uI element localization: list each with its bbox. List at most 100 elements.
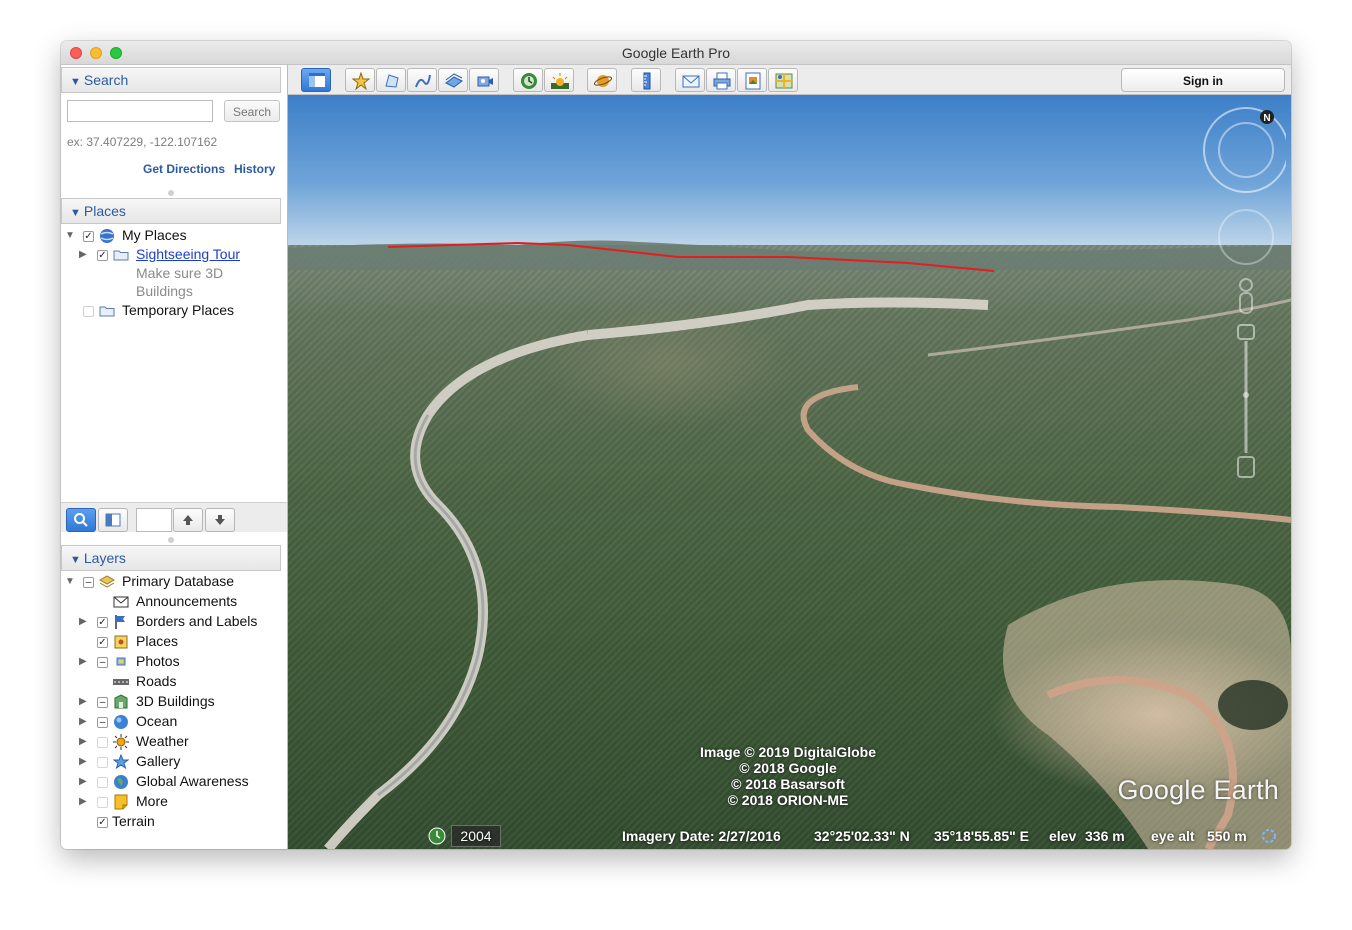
layer-row-more[interactable]: ▶ More xyxy=(61,793,287,811)
layers-panel-title: Layers xyxy=(83,550,126,566)
layer-label: More xyxy=(136,793,168,809)
historical-imagery-clock-icon[interactable] xyxy=(428,827,446,845)
quarry-shadow xyxy=(1218,680,1288,730)
app-window: Google Earth Pro ▼ Search Search ex: 37.4… xyxy=(61,41,1291,849)
layer-checkbox[interactable]: – xyxy=(97,657,108,668)
layer-checkbox[interactable]: ✓ xyxy=(97,817,108,828)
save-image-button[interactable] xyxy=(737,68,767,92)
elevation-value: 336 m xyxy=(1085,828,1125,844)
history-link[interactable]: History xyxy=(234,162,275,176)
layer-checkbox[interactable]: – xyxy=(97,717,108,728)
expand-triangle-icon[interactable]: ▼ xyxy=(65,230,75,241)
compass-north-icon[interactable]: N xyxy=(1260,110,1274,124)
layer-row-gallery[interactable]: ▶ Gallery xyxy=(61,753,287,771)
layer-row-ocean[interactable]: ▶ – Ocean xyxy=(61,713,287,731)
layer-checkbox[interactable] xyxy=(97,757,108,768)
expand-triangle-icon[interactable]: ▶ xyxy=(79,616,87,627)
building-icon xyxy=(114,694,128,709)
view-in-maps-button[interactable] xyxy=(768,68,798,92)
layer-row-announcements[interactable]: Announcements xyxy=(61,593,287,611)
move-joystick[interactable] xyxy=(1218,209,1274,265)
search-places-button[interactable] xyxy=(66,508,96,532)
layer-row-photos[interactable]: ▶ – Photos xyxy=(61,653,287,671)
move-down-button[interactable] xyxy=(205,508,235,532)
search-input[interactable] xyxy=(67,100,213,122)
record-tour-button[interactable] xyxy=(469,68,499,92)
earth-3d-view[interactable]: N Image © 2019 DigitalGlobe © 2018 Googl… xyxy=(288,95,1291,849)
layer-checkbox[interactable]: ✓ xyxy=(97,617,108,628)
nav-control-svg: N xyxy=(1203,107,1289,478)
expand-triangle-icon[interactable]: ▶ xyxy=(79,776,87,787)
add-image-overlay-button[interactable] xyxy=(438,68,468,92)
layers-stack-icon xyxy=(99,575,115,588)
email-button[interactable] xyxy=(675,68,705,92)
street-view-pegman-icon[interactable] xyxy=(1239,278,1253,314)
switch-planet-button[interactable] xyxy=(587,68,617,92)
layer-checkbox[interactable] xyxy=(97,737,108,748)
expand-triangle-icon[interactable]: ▶ xyxy=(79,696,87,707)
attribution-line: © 2018 Google xyxy=(739,760,837,776)
places-tree: ▼ ✓ My Places ▶ ✓ Sightseeing Tour Make … xyxy=(61,225,287,525)
layer-label: Ocean xyxy=(136,713,178,729)
expand-triangle-icon[interactable]: ▶ xyxy=(79,249,87,260)
layer-checkbox[interactable]: ✓ xyxy=(97,637,108,648)
magnifier-icon xyxy=(74,513,88,527)
layer-checkbox[interactable] xyxy=(97,777,108,788)
toggle-sidebar-button[interactable] xyxy=(301,68,331,92)
temporary-places-checkbox[interactable] xyxy=(83,306,94,317)
get-directions-link[interactable]: Get Directions xyxy=(143,162,225,176)
layer-checkbox[interactable]: – xyxy=(83,577,94,588)
sightseeing-tour-link[interactable]: Sightseeing Tour xyxy=(136,246,240,262)
historical-year-box[interactable]: 2004 xyxy=(451,825,501,847)
layer-row-borders-labels[interactable]: ▶ ✓ Borders and Labels xyxy=(61,613,287,631)
toggle-panel-button[interactable] xyxy=(98,508,128,532)
move-up-button[interactable] xyxy=(173,508,203,532)
search-panel-header[interactable]: ▼ Search xyxy=(61,67,281,93)
my-places-checkbox[interactable]: ✓ xyxy=(83,231,94,242)
layer-row-places[interactable]: ✓ Places xyxy=(61,633,287,651)
expand-triangle-icon[interactable]: ▶ xyxy=(79,656,87,667)
tree-row-sightseeing-tour[interactable]: ▶ ✓ Sightseeing Tour xyxy=(61,246,287,264)
latitude-readout: 32°25'02.33" N xyxy=(814,828,910,844)
add-polygon-button[interactable] xyxy=(376,68,406,92)
expand-triangle-icon[interactable]: ▶ xyxy=(79,716,87,727)
sidebar: ▼ Search Search ex: 37.407229, -122.10716… xyxy=(61,65,288,849)
layer-checkbox[interactable]: – xyxy=(97,697,108,708)
panel-resize-handle[interactable] xyxy=(168,537,174,543)
places-panel-header[interactable]: ▼ Places xyxy=(61,198,281,224)
sign-in-button[interactable]: Sign in xyxy=(1121,68,1285,92)
layer-row-3d-buildings[interactable]: ▶ – 3D Buildings xyxy=(61,693,287,711)
expand-triangle-icon[interactable]: ▶ xyxy=(79,736,87,747)
print-button[interactable] xyxy=(706,68,736,92)
sightseeing-tour-checkbox[interactable]: ✓ xyxy=(97,250,108,261)
panel-resize-handle[interactable] xyxy=(168,190,174,196)
places-blank-field[interactable] xyxy=(136,508,172,532)
expand-triangle-icon[interactable]: ▶ xyxy=(79,756,87,767)
layer-row-roads[interactable]: Roads xyxy=(61,673,287,691)
navigation-controls: N xyxy=(1196,105,1289,485)
expand-triangle-icon[interactable]: ▶ xyxy=(79,796,87,807)
pushpin-icon xyxy=(352,72,370,90)
layer-row-global-awareness[interactable]: ▶ Global Awareness xyxy=(61,773,287,791)
ruler-button[interactable] xyxy=(631,68,661,92)
layer-row-primary-database[interactable]: ▼ – Primary Database xyxy=(61,573,287,591)
add-placemark-button[interactable] xyxy=(345,68,375,92)
historical-imagery-button[interactable] xyxy=(513,68,543,92)
layer-row-weather[interactable]: ▶ Weather xyxy=(61,733,287,751)
sunlight-button[interactable] xyxy=(544,68,574,92)
arrow-up-icon xyxy=(183,515,193,525)
temporary-places-label: Temporary Places xyxy=(122,302,235,318)
tree-row-my-places[interactable]: ▼ ✓ My Places xyxy=(61,227,287,245)
layer-checkbox[interactable] xyxy=(97,797,108,808)
layer-row-terrain[interactable]: ✓ Terrain xyxy=(61,813,287,831)
expand-triangle-icon[interactable]: ▼ xyxy=(65,576,75,587)
search-button[interactable]: Search xyxy=(224,100,280,122)
photo-icon xyxy=(116,657,126,666)
look-joystick[interactable] xyxy=(1203,107,1289,193)
sidebar-icon xyxy=(309,73,325,87)
layers-panel-header[interactable]: ▼ Layers xyxy=(61,545,281,571)
add-path-button[interactable] xyxy=(407,68,437,92)
globe-icon xyxy=(100,229,114,243)
zoom-slider[interactable] xyxy=(1237,324,1255,478)
tree-row-temporary-places[interactable]: Temporary Places xyxy=(61,302,287,320)
